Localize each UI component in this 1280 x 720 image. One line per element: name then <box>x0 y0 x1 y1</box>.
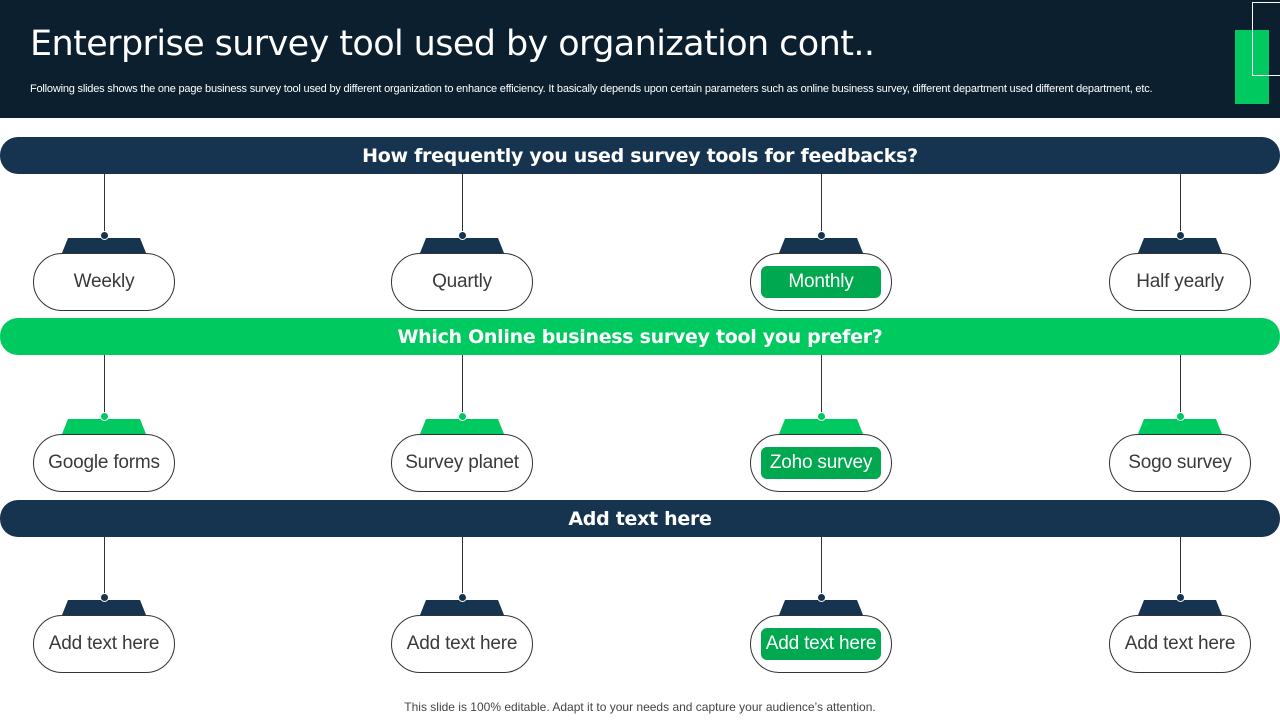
option-tab <box>420 419 504 434</box>
option-tab <box>779 419 863 434</box>
connector-line <box>104 174 105 237</box>
connector-dot <box>1176 593 1185 602</box>
page-subtitle: Following slides shows the one page busi… <box>30 83 1153 95</box>
connector-line <box>1180 174 1181 237</box>
option-tab <box>420 600 504 615</box>
connector-line <box>462 174 463 237</box>
header-bar: Enterprise survey tool used by organizat… <box>0 0 1280 118</box>
option-quartly[interactable]: Quartly <box>391 253 533 311</box>
connector-dot <box>1176 412 1185 421</box>
connector-dot <box>817 593 826 602</box>
option-zoho-survey[interactable]: Zoho survey <box>750 434 892 492</box>
option-label: Survey planet <box>405 452 519 473</box>
option-google-forms[interactable]: Google forms <box>33 434 175 492</box>
connector-dot <box>458 231 467 240</box>
option-tab <box>779 600 863 615</box>
option-placeholder-4[interactable]: Add text here <box>1109 615 1251 673</box>
option-label: Add text here <box>406 633 518 654</box>
option-tab <box>62 238 146 253</box>
connector-line <box>462 537 463 599</box>
option-tab <box>1138 238 1222 253</box>
option-tab <box>1138 419 1222 434</box>
connector-line <box>104 537 105 599</box>
footer-note: This slide is 100% editable. Adapt it to… <box>404 700 876 714</box>
option-placeholder-1[interactable]: Add text here <box>33 615 175 673</box>
option-label: Sogo survey <box>1128 452 1232 473</box>
option-label: Half yearly <box>1136 271 1224 292</box>
option-label-highlighted: Zoho survey <box>761 447 881 479</box>
option-label-highlighted: Add text here <box>761 628 881 660</box>
connector-dot <box>100 231 109 240</box>
option-survey-planet[interactable]: Survey planet <box>391 434 533 492</box>
question-band-3: Add text here <box>0 500 1280 537</box>
connector-dot <box>458 593 467 602</box>
option-tab <box>1138 600 1222 615</box>
option-tab <box>779 238 863 253</box>
accent-outline <box>1252 2 1280 76</box>
connector-dot <box>100 593 109 602</box>
connector-line <box>1180 537 1181 599</box>
option-tab <box>62 600 146 615</box>
option-placeholder-3[interactable]: Add text here <box>750 615 892 673</box>
connector-line <box>821 355 822 418</box>
connector-dot <box>817 231 826 240</box>
option-monthly[interactable]: Monthly <box>750 253 892 311</box>
connector-line <box>462 355 463 418</box>
connector-line <box>1180 355 1181 418</box>
connector-dot <box>817 412 826 421</box>
connector-line <box>104 355 105 418</box>
connector-line <box>821 537 822 599</box>
connector-dot <box>1176 231 1185 240</box>
question-band-1: How frequently you used survey tools for… <box>0 137 1280 174</box>
option-label: Quartly <box>432 271 492 292</box>
option-label: Add text here <box>48 633 160 654</box>
connector-dot <box>458 412 467 421</box>
option-label-highlighted: Monthly <box>761 266 881 298</box>
option-tab <box>62 419 146 434</box>
option-weekly[interactable]: Weekly <box>33 253 175 311</box>
question-band-2: Which Online business survey tool you pr… <box>0 318 1280 355</box>
connector-line <box>821 174 822 237</box>
option-label: Google forms <box>48 452 160 473</box>
option-sogo-survey[interactable]: Sogo survey <box>1109 434 1251 492</box>
option-half-yearly[interactable]: Half yearly <box>1109 253 1251 311</box>
option-tab <box>420 238 504 253</box>
option-label: Add text here <box>1124 633 1236 654</box>
option-label: Weekly <box>73 271 135 292</box>
option-placeholder-2[interactable]: Add text here <box>391 615 533 673</box>
connector-dot <box>100 412 109 421</box>
page-title: Enterprise survey tool used by organizat… <box>30 24 875 64</box>
